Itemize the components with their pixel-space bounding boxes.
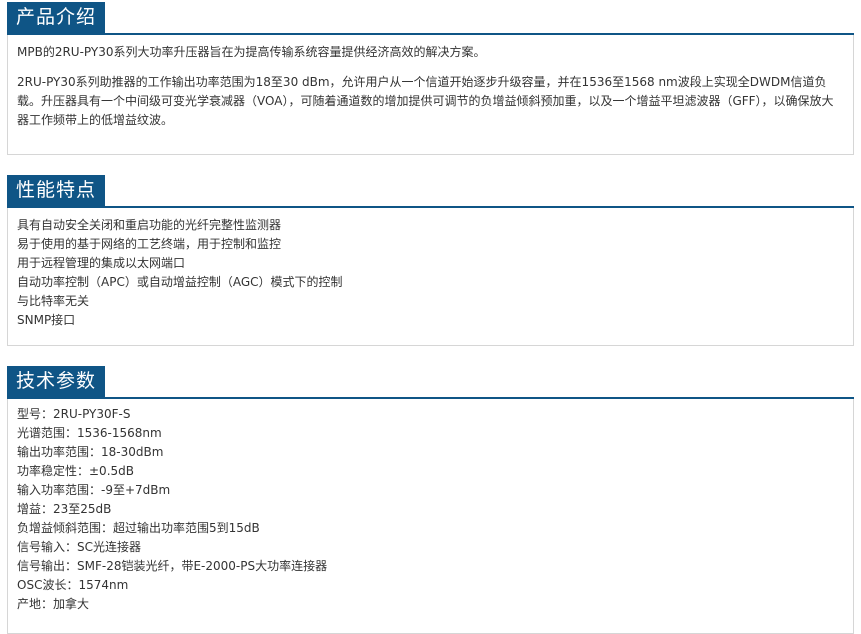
spec-item: 输入功率范围：-9至+7dBm bbox=[17, 483, 171, 497]
spec-item: 光谱范围：1536-1568nm bbox=[17, 426, 162, 440]
feature-item: 具有自动安全关闭和重启功能的光纤完整性监测器 bbox=[17, 218, 282, 232]
intro-paragraph-1: MPB的2RU-PY30系列大功率升压器旨在为提高传输系统容量提供经济高效的解决… bbox=[17, 45, 486, 59]
product-intro-body: MPB的2RU-PY30系列大功率升压器旨在为提高传输系统容量提供经济高效的解决… bbox=[7, 35, 854, 155]
spec-item: 型号：2RU-PY30F-S bbox=[17, 407, 131, 421]
specs-header: 技术参数 bbox=[7, 366, 854, 399]
features-section: 性能特点 具有自动安全关闭和重启功能的光纤完整性监测器 易于使用的基于网络的工艺… bbox=[7, 175, 854, 346]
spec-item: OSC波长：1574nm bbox=[17, 578, 129, 592]
spec-item: 增益：23至25dB bbox=[17, 502, 112, 516]
features-title: 性能特点 bbox=[7, 175, 106, 206]
specs-body: 型号：2RU-PY30F-S 光谱范围：1536-1568nm 输出功率范围：1… bbox=[7, 399, 854, 634]
feature-item: 用于远程管理的集成以太网端口 bbox=[17, 256, 186, 270]
feature-item: SNMP接口 bbox=[17, 313, 76, 327]
spec-item: 功率稳定性：±0.5dB bbox=[17, 464, 134, 478]
intro-paragraph-2: 2RU-PY30系列助推器的工作输出功率范围为18至30 dBm，允许用户从一个… bbox=[17, 75, 834, 127]
product-intro-section: 产品介绍 MPB的2RU-PY30系列大功率升压器旨在为提高传输系统容量提供经济… bbox=[7, 2, 854, 155]
spec-item: 信号输入：SC光连接器 bbox=[17, 540, 141, 554]
feature-item: 与比特率无关 bbox=[17, 294, 90, 308]
spec-item: 负增益倾斜范围：超过输出功率范围5到15dB bbox=[17, 521, 260, 535]
features-header: 性能特点 bbox=[7, 175, 854, 208]
spec-item: 产地：加拿大 bbox=[17, 597, 90, 611]
spec-item: 输出功率范围：18-30dBm bbox=[17, 445, 164, 459]
specs-section: 技术参数 型号：2RU-PY30F-S 光谱范围：1536-1568nm 输出功… bbox=[7, 366, 854, 634]
feature-item: 易于使用的基于网络的工艺终端，用于控制和监控 bbox=[17, 237, 282, 251]
features-body: 具有自动安全关闭和重启功能的光纤完整性监测器 易于使用的基于网络的工艺终端，用于… bbox=[7, 208, 854, 346]
product-intro-title: 产品介绍 bbox=[7, 2, 106, 33]
product-intro-header: 产品介绍 bbox=[7, 2, 854, 35]
specs-title: 技术参数 bbox=[7, 366, 106, 397]
spec-item: 信号输出：SMF-28铠装光纤，带E-2000-PS大功率连接器 bbox=[17, 559, 328, 573]
feature-item: 自动功率控制（APC）或自动增益控制（AGC）模式下的控制 bbox=[17, 275, 343, 289]
